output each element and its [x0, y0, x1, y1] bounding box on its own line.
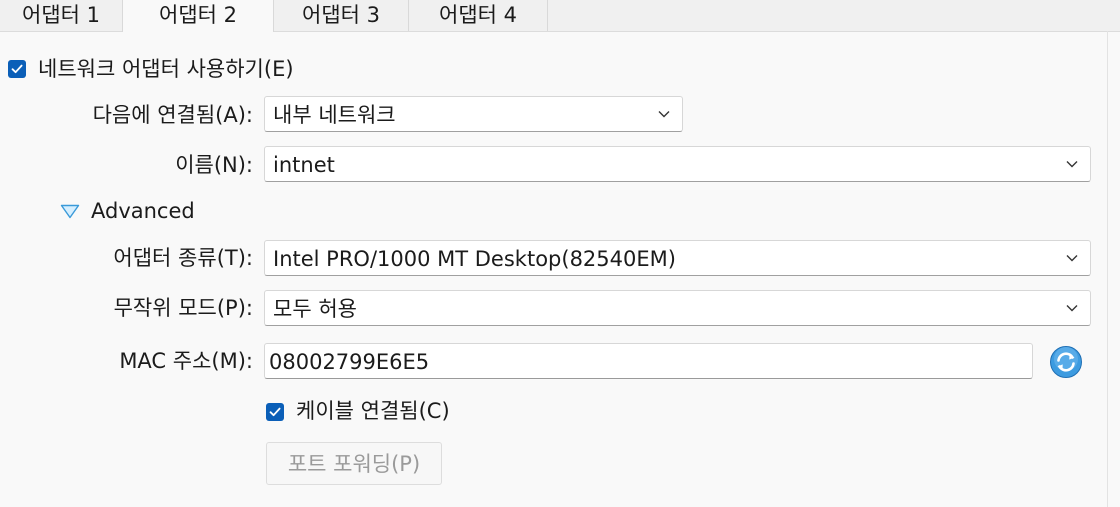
- refresh-mac-icon[interactable]: [1049, 345, 1083, 379]
- promiscuous-mode-select[interactable]: 모두 허용: [264, 290, 1091, 326]
- adapter-type-value: Intel PRO/1000 MT Desktop(82540EM): [273, 247, 676, 271]
- port-forwarding-button[interactable]: 포트 포워딩(P): [266, 442, 442, 485]
- name-label: 이름(N):: [175, 153, 253, 177]
- chevron-down-icon: [1066, 305, 1078, 312]
- attached-to-select[interactable]: 내부 네트워크: [264, 96, 683, 132]
- promiscuous-mode-label: 무작위 모드(P):: [113, 296, 253, 320]
- panel-right-border: [1107, 31, 1108, 507]
- promiscuous-mode-value: 모두 허용: [273, 297, 357, 321]
- attached-to-value: 내부 네트워크: [273, 103, 396, 127]
- enable-adapter-label[interactable]: 네트워크 어댑터 사용하기(E): [38, 56, 294, 82]
- advanced-expander-label[interactable]: Advanced: [91, 198, 195, 224]
- name-value: intnet: [273, 153, 335, 177]
- chevron-down-icon: [1066, 161, 1078, 168]
- check-icon: [269, 407, 281, 417]
- cable-connected-checkbox[interactable]: [266, 403, 284, 421]
- enable-adapter-checkbox[interactable]: [8, 60, 26, 78]
- triangle-down-icon[interactable]: [60, 204, 80, 219]
- chevron-down-icon: [658, 111, 670, 118]
- tab-adapter-1[interactable]: 어댑터 1: [0, 0, 123, 31]
- chevron-down-icon: [1066, 255, 1078, 262]
- attached-to-label: 다음에 연결됨(A):: [92, 103, 253, 127]
- tab-adapter-3[interactable]: 어댑터 3: [274, 0, 409, 31]
- adapter-type-select[interactable]: Intel PRO/1000 MT Desktop(82540EM): [264, 240, 1091, 276]
- name-combobox[interactable]: intnet: [264, 146, 1091, 182]
- adapter-tab-bar: 어댑터 1 어댑터 2 어댑터 3 어댑터 4: [0, 0, 1120, 32]
- tab-adapter-4[interactable]: 어댑터 4: [409, 0, 548, 31]
- mac-address-label: MAC 주소(M):: [119, 349, 253, 373]
- adapter-settings-panel: 어댑터 1 어댑터 2 어댑터 3 어댑터 4 네트워크 어댑터 사용하기(E)…: [0, 0, 1120, 507]
- tab-adapter-2[interactable]: 어댑터 2: [122, 0, 274, 32]
- check-icon: [11, 64, 23, 74]
- cable-connected-label[interactable]: 케이블 연결됨(C): [296, 398, 450, 424]
- mac-address-value: 08002799E6E5: [269, 350, 430, 374]
- mac-address-input[interactable]: 08002799E6E5: [264, 343, 1033, 379]
- adapter-type-label: 어댑터 종류(T):: [113, 246, 253, 270]
